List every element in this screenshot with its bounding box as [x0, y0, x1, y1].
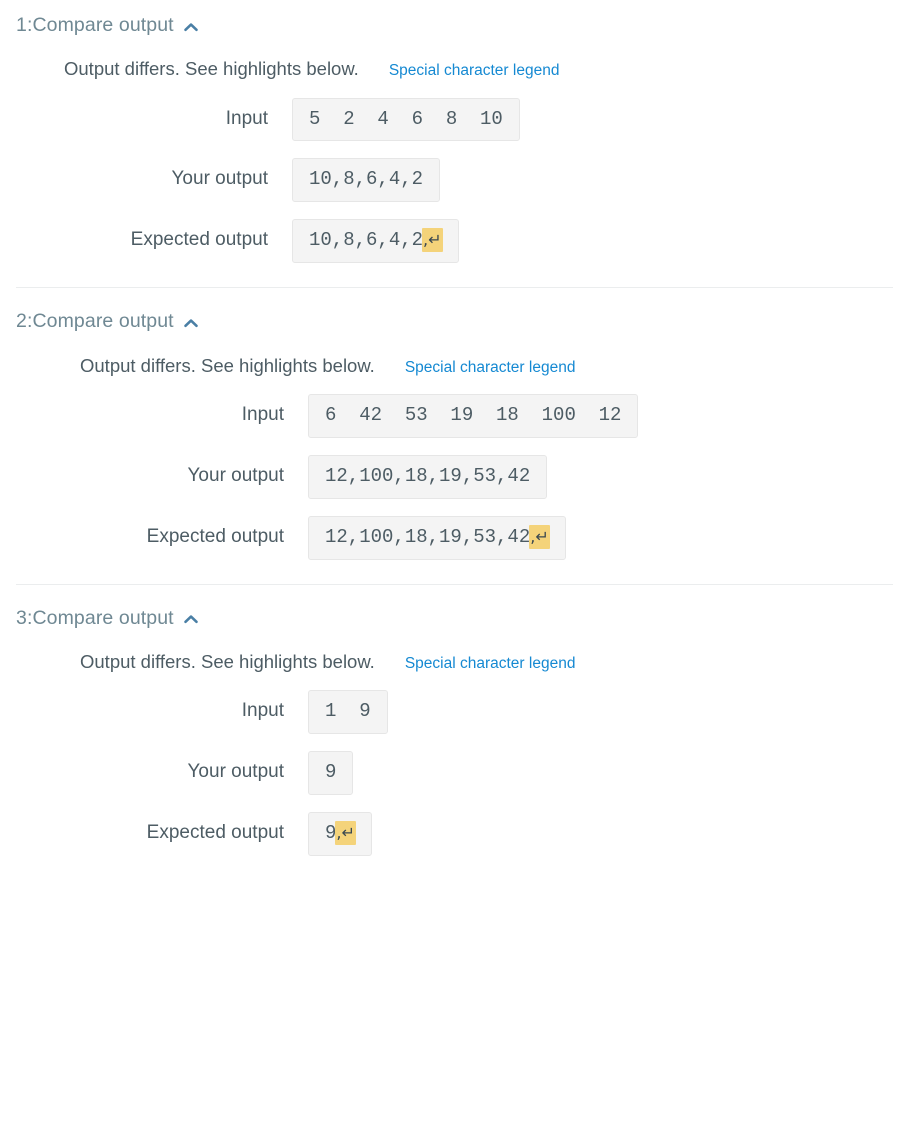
- status-text-1: Output differs. See highlights below.: [64, 58, 359, 80]
- status-row-2: Output differs. See highlights below. Sp…: [80, 355, 893, 377]
- compare-output-results: 1:Compare output Output differs. See hig…: [0, 0, 909, 856]
- status-text-3: Output differs. See highlights below.: [80, 650, 375, 672]
- input-row-3: Input 1 9: [16, 690, 893, 734]
- case-body-3: Output differs. See highlights below. Sp…: [16, 651, 893, 856]
- your-output-label-1: Your output: [171, 168, 269, 190]
- test-case-3: 3:Compare output Output differs. See hig…: [16, 583, 893, 856]
- your-output-row-1: Your output 10,8,6,4,2: [0, 158, 909, 203]
- status-text-2: Output differs. See highlights below.: [80, 354, 375, 376]
- input-label-1: Input: [225, 107, 268, 129]
- expected-output-plain-2: 12,100,18,19,53,42: [325, 525, 531, 548]
- special-character-legend-link-3[interactable]: Special character legend: [405, 655, 576, 673]
- expected-output-highlight-3: ,↵: [335, 820, 356, 845]
- case-body-2: Output differs. See highlights below. Sp…: [16, 355, 893, 584]
- io-table-3: Input 1 9 Your output 9 Expected output …: [16, 690, 893, 856]
- input-label-2: Input: [241, 403, 284, 425]
- expected-output-row-2: Expected output 12,100,18,19,53,42,↵: [16, 515, 893, 560]
- expected-output-value-2: 12,100,18,19,53,42,↵: [308, 515, 566, 560]
- input-value-3: 1 9: [308, 690, 388, 734]
- io-table-1: Input 5 2 4 6 8 10 Your output 10,8,6,4,…: [0, 97, 909, 264]
- chevron-up-icon[interactable]: [181, 17, 201, 37]
- your-output-value-3: 9: [308, 750, 354, 795]
- input-label-3: Input: [241, 700, 284, 722]
- your-output-row-3: Your output 9: [16, 750, 893, 795]
- input-value-1: 5 2 4 6 8 10: [292, 97, 520, 142]
- expected-output-highlight-2: ,↵: [529, 524, 550, 549]
- test-case-2: 2:Compare output Output differs. See hig…: [16, 287, 893, 583]
- your-output-row-2: Your output 12,100,18,19,53,42: [16, 454, 893, 499]
- special-character-legend-link-1[interactable]: Special character legend: [389, 62, 560, 80]
- case-title-2: 2:Compare output: [16, 310, 174, 333]
- expected-output-row-1: Expected output 10,8,6,4,2,↵: [0, 219, 909, 264]
- expected-output-label-2: Expected output: [146, 525, 284, 547]
- input-value-2: 6 42 53 19 18 100 12: [308, 393, 639, 438]
- test-case-1: 1:Compare output Output differs. See hig…: [0, 0, 909, 287]
- your-output-label-2: Your output: [187, 464, 285, 486]
- io-table-2: Input 6 42 53 19 18 100 12 Your output 1…: [16, 393, 893, 560]
- your-output-label-3: Your output: [187, 760, 285, 782]
- status-row-3: Output differs. See highlights below. Sp…: [80, 651, 893, 673]
- case-body-1: Output differs. See highlights below. Sp…: [0, 58, 909, 287]
- your-output-value-1: 10,8,6,4,2: [292, 158, 441, 203]
- chevron-up-icon[interactable]: [181, 609, 201, 629]
- input-row-1: Input 5 2 4 6 8 10: [0, 97, 909, 142]
- chevron-up-icon[interactable]: [181, 313, 201, 333]
- expected-output-value-1: 10,8,6,4,2,↵: [292, 219, 459, 264]
- case-header-3[interactable]: 3:Compare output: [16, 585, 893, 630]
- case-title-1: 1:Compare output: [16, 14, 174, 36]
- expected-output-highlight-1: ,↵: [422, 228, 443, 253]
- case-header-2[interactable]: 2:Compare output: [16, 288, 893, 333]
- expected-output-value-3: 9,↵: [308, 811, 372, 856]
- status-row-1: Output differs. See highlights below. Sp…: [64, 58, 909, 80]
- expected-output-label-3: Expected output: [146, 821, 284, 843]
- expected-output-row-3: Expected output 9,↵: [16, 811, 893, 856]
- expected-output-label-1: Expected output: [130, 229, 268, 251]
- special-character-legend-link-2[interactable]: Special character legend: [405, 359, 576, 377]
- input-row-2: Input 6 42 53 19 18 100 12: [16, 393, 893, 438]
- case-title-3: 3:Compare output: [16, 606, 174, 629]
- case-header-1[interactable]: 1:Compare output: [16, 0, 909, 37]
- expected-output-plain-1: 10,8,6,4,2: [309, 229, 424, 252]
- your-output-value-2: 12,100,18,19,53,42: [308, 454, 548, 499]
